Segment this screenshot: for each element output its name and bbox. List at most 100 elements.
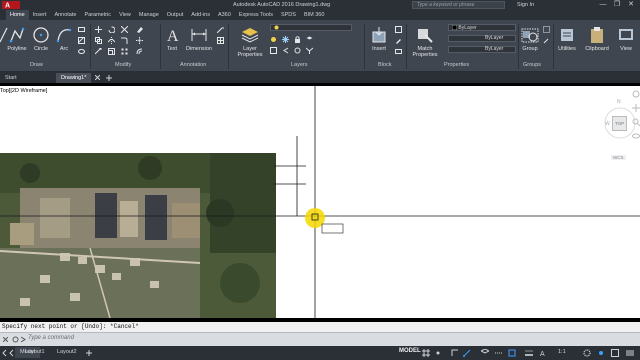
tab-add-ins[interactable]: Add-ins [187, 10, 214, 20]
groups-panel-label[interactable]: Groups [523, 62, 541, 68]
utilities-button[interactable]: Utilities [555, 26, 579, 52]
isolate-objects-icon[interactable] [597, 349, 605, 357]
ortho-icon[interactable] [451, 349, 459, 357]
tab-layout1[interactable]: Layout1 [20, 347, 50, 358]
tab-a360[interactable]: A360 [214, 10, 235, 20]
new-layout-icon[interactable] [86, 350, 92, 356]
move-icon[interactable] [95, 26, 102, 33]
explode-icon[interactable] [136, 37, 143, 44]
tab-manage[interactable]: Manage [135, 10, 163, 20]
block-panel-label[interactable]: Block [378, 62, 391, 68]
linetype-dropdown[interactable]: ByLayer [448, 35, 516, 42]
mirror-icon[interactable] [108, 37, 115, 44]
edit-attributes-icon[interactable] [395, 48, 402, 55]
annotation-visibility-icon[interactable]: A [540, 349, 548, 357]
tab-bim360[interactable]: BIM 360 [300, 10, 328, 20]
insert-button[interactable]: Insert [366, 26, 392, 52]
circle-button[interactable]: Circle [30, 26, 52, 52]
layer-isolate-icon[interactable] [270, 47, 277, 54]
snap-icon[interactable] [434, 349, 442, 357]
autocad-logo-icon[interactable]: A [2, 1, 20, 9]
tab-home[interactable]: Home [6, 10, 29, 20]
tab-output[interactable]: Output [163, 10, 188, 20]
tab-view[interactable]: View [115, 10, 135, 20]
close-command-line-icon[interactable] [3, 337, 8, 342]
layer-off-icon[interactable] [270, 36, 277, 43]
trim-icon[interactable] [121, 26, 128, 33]
tab-spds[interactable]: SPDS [277, 10, 300, 20]
customization-menu-icon[interactable] [626, 349, 634, 357]
sign-in-link[interactable]: Sign In [517, 2, 534, 8]
group-edit-icon[interactable] [543, 37, 550, 44]
command-input[interactable]: Type a command [28, 335, 74, 341]
scale-icon[interactable] [108, 48, 115, 55]
customize-icon[interactable] [12, 336, 19, 343]
layer-freeze-icon[interactable] [282, 36, 289, 43]
layout-nav-icon[interactable] [2, 349, 14, 357]
clipboard-button[interactable]: Clipboard [583, 26, 611, 52]
view-button[interactable]: View [614, 26, 638, 52]
object-snap-icon[interactable] [508, 349, 516, 357]
arc-button[interactable]: Arc [54, 26, 74, 52]
tab-layout2[interactable]: Layout2 [52, 347, 82, 358]
edit-block-icon[interactable] [395, 37, 402, 44]
annotation-panel-label[interactable]: Annotation [180, 62, 206, 68]
table-icon[interactable] [217, 37, 224, 44]
lineweight-icon[interactable] [525, 349, 533, 357]
wcs-menu[interactable]: WCS [611, 155, 626, 160]
new-tab-icon[interactable] [106, 75, 112, 81]
text-button[interactable]: A Text [162, 26, 182, 52]
array-icon[interactable] [121, 48, 128, 55]
dimension-button[interactable]: Dimension [184, 26, 214, 52]
erase-icon[interactable] [136, 26, 143, 33]
group-button[interactable]: Group [519, 26, 541, 52]
layer-previous-icon[interactable] [282, 47, 289, 54]
draw-panel-label[interactable]: Draw [30, 62, 43, 68]
create-block-icon[interactable] [395, 26, 402, 33]
layer-dropdown[interactable] [270, 24, 352, 31]
properties-panel-label[interactable]: Properties [444, 62, 469, 68]
tab-insert[interactable]: Insert [29, 10, 51, 20]
match-properties-button[interactable]: Match Properties [408, 26, 442, 58]
color-dropdown[interactable]: ByLayer [448, 24, 516, 31]
hatch-icon[interactable] [78, 37, 85, 44]
close-tab-icon[interactable] [95, 75, 100, 80]
lineweight-dropdown[interactable]: ByLayer [448, 46, 516, 53]
close-button[interactable]: ✕ [624, 0, 638, 10]
tab-start[interactable]: Start [0, 73, 22, 83]
steering-wheel-icon[interactable] [632, 90, 640, 98]
ellipse-icon[interactable] [78, 48, 85, 55]
rectangle-icon[interactable] [78, 26, 85, 33]
leader-icon[interactable] [217, 26, 224, 33]
drawing-canvas[interactable]: Top][2D Wireframe] N W TOP WCS [0, 86, 640, 318]
copy-icon[interactable] [95, 37, 102, 44]
isodraft-icon[interactable] [481, 349, 489, 357]
layer-properties-button[interactable]: Layer Properties [232, 26, 268, 58]
offset-icon[interactable] [136, 48, 143, 55]
restore-button[interactable]: ❐ [610, 0, 624, 10]
command-line[interactable]: Type a command [0, 332, 640, 346]
polyline-button[interactable]: Polyline [6, 26, 28, 52]
layer-match-icon[interactable] [306, 36, 313, 43]
model-space-button[interactable]: MODEL [399, 348, 421, 354]
layer-walk-icon[interactable] [294, 47, 301, 54]
object-snap-tracking-icon[interactable] [495, 349, 503, 357]
minimize-button[interactable]: — [596, 0, 610, 10]
stretch-icon[interactable] [95, 48, 102, 55]
search-input[interactable]: Type a keyword or phrase [412, 1, 505, 9]
zoom-icon[interactable] [632, 118, 640, 126]
tab-parametric[interactable]: Parametric [80, 10, 115, 20]
ungroup-icon[interactable] [543, 26, 550, 33]
polar-tracking-icon[interactable] [463, 349, 471, 357]
tab-express-tools[interactable]: Express Tools [235, 10, 277, 20]
layer-lock-icon[interactable] [294, 36, 301, 43]
grid-icon[interactable] [422, 349, 430, 357]
modify-panel-label[interactable]: Modify [115, 62, 131, 68]
annotation-scale[interactable]: 1:1 [558, 349, 566, 355]
rotate-icon[interactable] [108, 26, 115, 33]
pan-icon[interactable] [632, 104, 640, 112]
tab-annotate[interactable]: Annotate [50, 10, 80, 20]
workspace-gear-icon[interactable] [583, 349, 591, 357]
layers-panel-label[interactable]: Layers [291, 62, 308, 68]
layer-merge-icon[interactable] [306, 47, 313, 54]
